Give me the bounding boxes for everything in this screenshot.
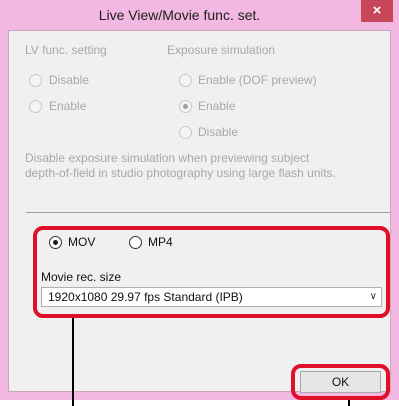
movie-settings-highlight	[33, 226, 390, 318]
exposure-dof-label: Enable (DOF preview)	[198, 73, 317, 87]
section-divider	[26, 212, 390, 213]
dialog-window: Live View/Movie func. set. × LV func. se…	[0, 0, 399, 400]
exposure-disable-label: Disable	[198, 125, 239, 139]
exposure-enable-radio	[179, 100, 192, 113]
callout-line-movie	[72, 318, 74, 406]
close-button[interactable]: ×	[361, 0, 393, 22]
window-title: Live View/Movie func. set.	[98, 7, 261, 23]
dialog-content: LV func. setting Disable Enable Exposure…	[8, 30, 391, 392]
exposure-sim-heading: Exposure simulation	[167, 43, 276, 57]
ok-button-highlight	[291, 364, 390, 400]
lv-func-heading: LV func. setting	[25, 43, 107, 57]
exposure-note-line1: Disable exposure simulation when preview…	[25, 151, 310, 165]
lv-enable-label: Enable	[49, 99, 87, 113]
lv-disable-label: Disable	[49, 73, 90, 87]
exposure-dof-radio	[179, 74, 192, 87]
exposure-enable-label: Enable	[198, 99, 236, 113]
exposure-note-line2: depth-of-field in studio photography usi…	[25, 166, 336, 180]
close-icon[interactable]: ×	[373, 2, 382, 19]
lv-enable-radio	[29, 100, 42, 113]
exposure-disable-radio	[179, 126, 192, 139]
callout-line-ok	[348, 400, 350, 406]
lv-disable-radio	[29, 74, 42, 87]
title-bar[interactable]: Live View/Movie func. set. ×	[0, 0, 399, 30]
